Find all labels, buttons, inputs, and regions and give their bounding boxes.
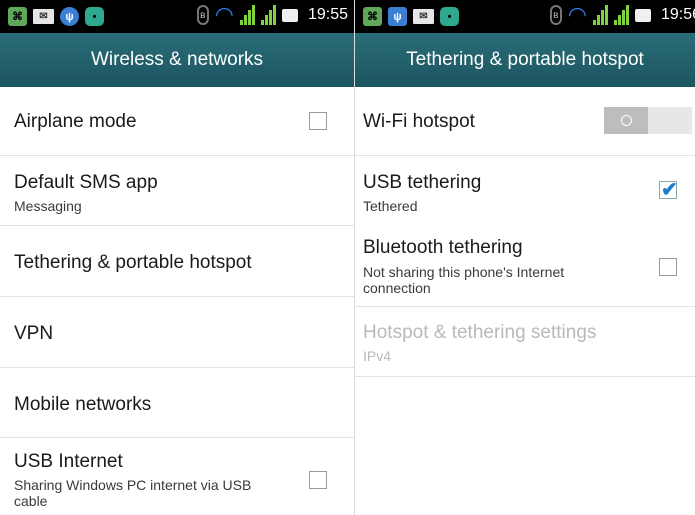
left-screen: ⌘ ✉ ψ • ʙ ◠ 19:55 Wireless & networks Ai… (0, 0, 354, 515)
signal-icon-2 (613, 5, 629, 25)
item-title: Bluetooth tethering (363, 237, 523, 258)
right-screen: ⌘ ψ ✉ • ʙ ◠ 19:56 Tethering & portable h… (355, 0, 695, 515)
item-subtitle: Sharing Windows PC internet via USB cabl… (14, 477, 252, 509)
toggle-knob (604, 107, 648, 134)
list-item-tethering[interactable]: Tethering & portable hotspot (0, 226, 354, 297)
airplane-mode-checkbox[interactable] (309, 112, 327, 130)
bluetooth-icon: ʙ (549, 5, 562, 25)
item-subtitle: Tethered (363, 198, 418, 214)
clock: 19:55 (307, 6, 348, 23)
usb-tethering-checkbox[interactable]: ✔ (659, 179, 678, 201)
list-item-bluetooth-tethering[interactable]: Bluetooth tethering Not sharing this pho… (355, 226, 695, 307)
item-title: Mobile networks (14, 394, 152, 415)
battery-icon (281, 8, 298, 22)
item-title: Wi-Fi hotspot (363, 111, 475, 132)
wifi-icon: ◠ (214, 2, 234, 27)
clock: 19:56 (660, 6, 695, 23)
item-subtitle: IPv4 (363, 348, 392, 364)
item-title: Airplane mode (14, 111, 137, 132)
item-title: Tethering & portable hotspot (14, 252, 252, 273)
item-title: Default SMS app (14, 172, 158, 193)
mail-icon: ✉ (33, 9, 54, 24)
checkmark-icon: ✔ (661, 179, 678, 201)
divider (355, 376, 695, 377)
item-title: VPN (14, 323, 54, 344)
list-item-usb-tethering[interactable]: USB tethering Tethered ✔ (355, 156, 695, 226)
item-subtitle: Messaging (14, 198, 82, 214)
item-title: USB tethering (363, 172, 482, 193)
item-subtitle: Not sharing this phone's Internet connec… (363, 264, 565, 296)
list-item-mobile-networks[interactable]: Mobile networks (0, 368, 354, 438)
bluetooth-tethering-checkbox[interactable] (659, 258, 677, 276)
list-item-default-sms-app[interactable]: Default SMS app Messaging (0, 156, 354, 226)
status-bar: ⌘ ψ ✉ • ʙ ◠ 19:56 (355, 0, 695, 33)
item-title: USB Internet (14, 451, 123, 472)
list-item-hotspot-settings[interactable]: Hotspot & tethering settings IPv4 (355, 307, 695, 377)
signal-icon (239, 5, 255, 25)
list-item-wifi-hotspot[interactable]: Wi-Fi hotspot (355, 87, 695, 156)
usb-icon: ψ (60, 7, 79, 26)
wifi-hotspot-toggle[interactable] (604, 107, 692, 134)
status-bar: ⌘ ✉ ψ • ʙ ◠ 19:55 (0, 0, 354, 33)
battery-icon (634, 8, 651, 22)
usb-icon: ψ (388, 7, 407, 26)
signal-icon (592, 5, 608, 25)
android-icon: • (85, 7, 104, 26)
app-notification-icon: ⌘ (8, 7, 27, 26)
android-icon: • (440, 7, 459, 26)
signal-icon-2 (260, 5, 276, 25)
usb-internet-checkbox[interactable] (309, 471, 327, 489)
list-item-vpn[interactable]: VPN (0, 297, 354, 368)
page-title: Tethering & portable hotspot (355, 33, 695, 87)
item-title: Hotspot & tethering settings (363, 322, 597, 343)
mail-icon: ✉ (413, 9, 434, 24)
bluetooth-icon: ʙ (196, 5, 209, 25)
page-title: Wireless & networks (0, 33, 354, 87)
list-item-airplane-mode[interactable]: Airplane mode (0, 87, 354, 156)
app-notification-icon: ⌘ (363, 7, 382, 26)
wifi-icon: ◠ (567, 2, 587, 27)
list-item-usb-internet[interactable]: USB Internet Sharing Windows PC internet… (0, 438, 354, 515)
